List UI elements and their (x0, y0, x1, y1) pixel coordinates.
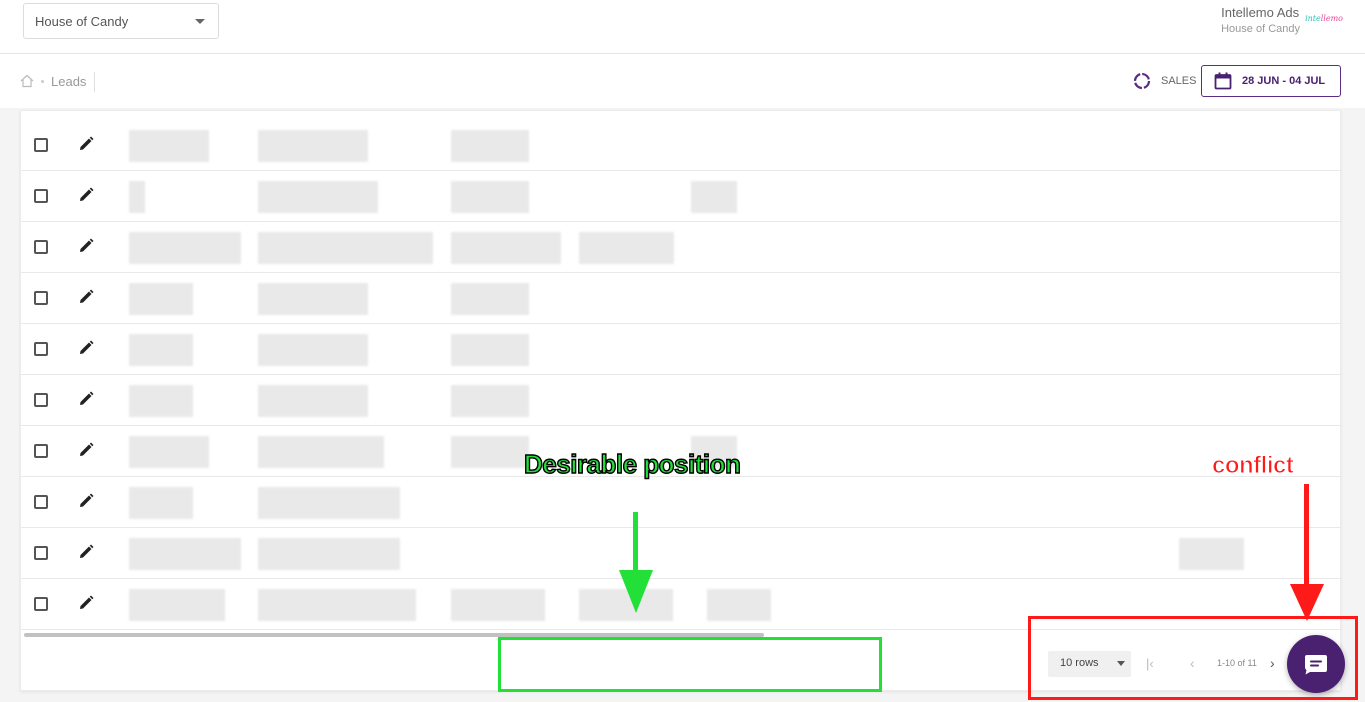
table-row[interactable] (21, 528, 1341, 579)
redacted-cell (451, 385, 529, 417)
date-range-button[interactable]: 28 JUN - 04 JUL (1201, 65, 1341, 97)
table-row[interactable] (21, 375, 1341, 426)
redacted-cell (129, 538, 241, 570)
redacted-cell (258, 130, 368, 162)
green-arrow-icon (619, 512, 653, 613)
redacted-cell (258, 334, 368, 366)
calendar-icon (1214, 72, 1232, 90)
edit-icon[interactable] (78, 595, 94, 611)
row-checkbox[interactable] (34, 342, 48, 356)
row-checkbox[interactable] (34, 597, 48, 611)
row-checkbox[interactable] (34, 240, 48, 254)
redacted-cell (258, 232, 433, 264)
breadcrumb-leads: Leads (51, 74, 87, 89)
redacted-cell (258, 181, 378, 213)
redacted-cell (451, 589, 545, 621)
table-row[interactable] (21, 222, 1341, 273)
redacted-cell (258, 589, 416, 621)
redacted-cell (451, 181, 529, 213)
edit-icon[interactable] (78, 493, 94, 509)
divider (94, 72, 95, 92)
redacted-cell (707, 589, 771, 621)
row-checkbox[interactable] (34, 444, 48, 458)
edit-icon[interactable] (78, 391, 94, 407)
home-icon[interactable] (20, 74, 34, 88)
row-checkbox[interactable] (34, 291, 48, 305)
account-select[interactable]: House of Candy (23, 3, 219, 39)
redacted-cell (129, 334, 193, 366)
edit-icon[interactable] (78, 187, 94, 203)
edit-icon[interactable] (78, 136, 94, 152)
redacted-cell (258, 487, 400, 519)
redacted-cell (129, 487, 193, 519)
leads-table (20, 110, 1341, 691)
edit-icon[interactable] (78, 442, 94, 458)
row-checkbox[interactable] (34, 138, 48, 152)
redacted-cell (129, 232, 241, 264)
edit-icon[interactable] (78, 289, 94, 305)
sub-bar: Leads SALES 28 JUN - 04 JUL (0, 54, 1365, 108)
top-bar: House of Candy Intellemo Ads House of Ca… (0, 0, 1365, 54)
redacted-cell (258, 538, 400, 570)
edit-icon[interactable] (78, 340, 94, 356)
chevron-down-icon (195, 19, 205, 24)
table-row[interactable] (21, 120, 1341, 171)
redacted-cell (129, 283, 193, 315)
sales-loading-icon (1133, 72, 1151, 90)
table-row[interactable] (21, 273, 1341, 324)
user-info[interactable]: Intellemo Ads House of Candy (1221, 5, 1300, 35)
redacted-cell (129, 130, 209, 162)
brand-logo: intellemo (1305, 14, 1343, 23)
table-row[interactable] (21, 477, 1341, 528)
redacted-cell (258, 283, 368, 315)
table-row[interactable] (21, 324, 1341, 375)
redacted-cell (129, 589, 225, 621)
table-row[interactable] (21, 171, 1341, 222)
redacted-cell (451, 436, 529, 468)
sales-label[interactable]: SALES (1161, 75, 1196, 87)
edit-icon[interactable] (78, 544, 94, 560)
redacted-cell (579, 232, 674, 264)
redacted-cell (258, 385, 368, 417)
row-checkbox[interactable] (34, 546, 48, 560)
redacted-cell (451, 232, 561, 264)
red-arrow-icon (1290, 484, 1324, 621)
redacted-cell (129, 436, 209, 468)
redacted-cell (1179, 538, 1244, 570)
conflict-box (1028, 616, 1358, 700)
redacted-cell (451, 283, 529, 315)
redacted-cell (129, 181, 145, 213)
row-checkbox[interactable] (34, 393, 48, 407)
account-select-value: House of Candy (35, 14, 129, 29)
breadcrumb-separator (41, 80, 44, 83)
date-range-label: 28 JUN - 04 JUL (1242, 75, 1326, 87)
desirable-position-box (498, 637, 882, 692)
conflict-label: conflict (1211, 452, 1294, 480)
redacted-cell (451, 130, 529, 162)
edit-icon[interactable] (78, 238, 94, 254)
desirable-position-label: Desirable position (523, 448, 741, 479)
redacted-cell (129, 385, 193, 417)
redacted-cell (691, 181, 737, 213)
row-checkbox[interactable] (34, 495, 48, 509)
redacted-cell (451, 334, 529, 366)
user-name: Intellemo Ads (1221, 5, 1300, 20)
redacted-cell (258, 436, 384, 468)
row-checkbox[interactable] (34, 189, 48, 203)
user-company: House of Candy (1221, 23, 1300, 35)
